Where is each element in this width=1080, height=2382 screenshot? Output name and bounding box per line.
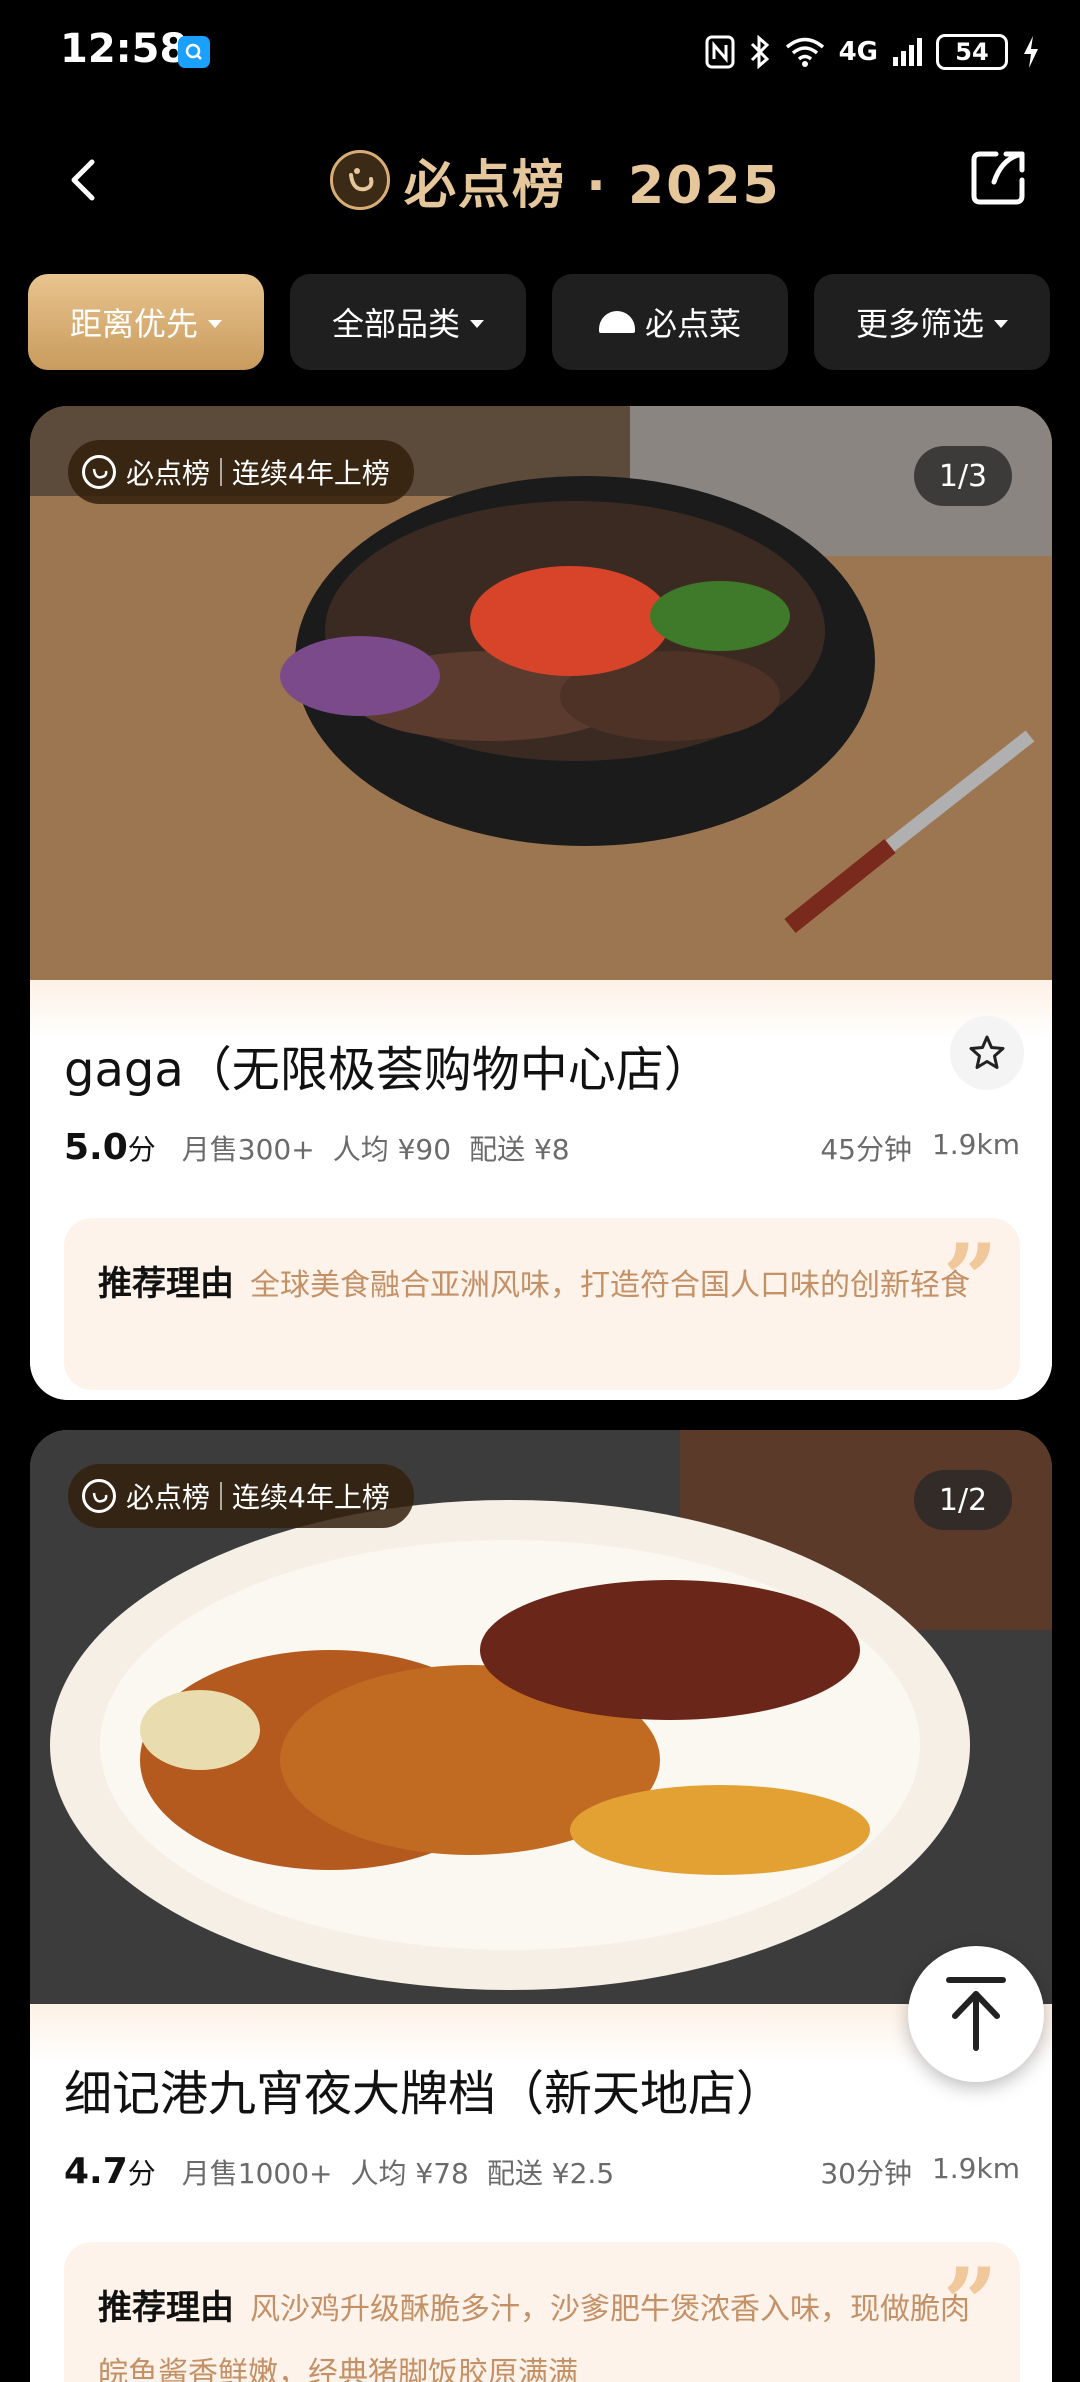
star-outline-icon[interactable]	[950, 1016, 1024, 1090]
filter-bar: 距离优先 全部品类 必点菜 更多筛选	[28, 274, 1058, 370]
rating-unit: 分	[127, 1133, 156, 1166]
rating-score: 4.7	[64, 2151, 128, 2192]
top-header: 必点榜 · 2025	[0, 120, 1080, 240]
quote-mark-icon: ”	[942, 2247, 998, 2360]
arrow-up-to-top-icon[interactable]	[908, 1946, 1044, 2082]
restaurant-card[interactable]: 必点榜 连续4年上榜 1/3 gaga（无限极荟购物中心店） 5.0 分 月售3…	[30, 406, 1052, 1400]
rating-score: 5.0	[64, 1127, 128, 1168]
restaurant-name[interactable]: 细记港九宵夜大牌档（新天地店）	[64, 2054, 784, 2124]
status-icons: 4G 54	[705, 30, 1040, 74]
monthly-sales: 月售300+	[181, 1133, 315, 1166]
caret-down-icon	[994, 320, 1008, 328]
page-title-text: 必点榜 · 2025	[404, 155, 781, 216]
battery-icon: 54	[936, 34, 1008, 70]
badge-brand: 必点榜	[126, 1481, 211, 1514]
recommend-reason-box: 推荐理由 风沙鸡升级酥脆多汁，沙爹肥牛煲浓香入味，现做脆肉皖鱼酱香鲜嫩，经典猪脚饭…	[64, 2242, 1020, 2382]
badge-text: 连续4年上榜	[232, 457, 390, 490]
delivery-fee: 配送 ¥2.5	[486, 2157, 615, 2190]
page-title: 必点榜 · 2025	[330, 142, 781, 218]
distance: 1.9km	[931, 1128, 1020, 1161]
monthly-sales: 月售1000+	[181, 2157, 333, 2190]
restaurant-meta: 5.0 分 月售300+ 人均 ¥90 配送 ¥8 45分钟 1.9km	[64, 1118, 1020, 1168]
bidianbang-logo-icon	[330, 150, 390, 210]
caret-down-icon	[208, 320, 222, 328]
filter-label: 距离优先	[69, 305, 198, 343]
ranking-badge: 必点榜 连续4年上榜	[68, 1464, 414, 1528]
caret-down-icon	[470, 320, 484, 328]
status-bar: 12:58 4G 54	[0, 0, 1080, 110]
filter-must-order[interactable]: 必点菜	[552, 274, 788, 370]
filter-label: 全部品类	[331, 305, 460, 343]
distance: 1.9km	[931, 2152, 1020, 2185]
network-type-label: 4G	[838, 37, 878, 67]
restaurant-meta: 4.7 分 月售1000+ 人均 ¥78 配送 ¥2.5 30分钟 1.9km	[64, 2142, 1020, 2192]
quote-mark-icon: ”	[942, 1223, 998, 1336]
filter-label: 必点菜	[644, 305, 741, 343]
signal-icon	[892, 32, 922, 72]
filter-all-categories[interactable]: 全部品类	[290, 274, 526, 370]
bluetooth-icon	[749, 32, 771, 72]
status-time: 12:58	[60, 26, 188, 72]
reason-label: 推荐理由	[98, 1264, 234, 1304]
rating-unit: 分	[127, 2157, 156, 2190]
average-price: 人均 ¥90	[332, 1133, 452, 1166]
reason-text: 全球美食融合亚洲风味，打造符合国人口味的创新轻食	[250, 1268, 970, 1303]
bidianbang-logo-icon	[82, 455, 116, 489]
battery-level: 54	[955, 38, 989, 66]
restaurant-photo[interactable]: 必点榜 连续4年上榜 1/3	[30, 406, 1052, 980]
wifi-icon	[785, 32, 825, 72]
app-notification-icon	[178, 36, 210, 68]
photo-counter: 1/2	[914, 1470, 1012, 1530]
cloche-icon	[598, 311, 635, 333]
badge-divider	[220, 458, 223, 486]
average-price: 人均 ¥78	[350, 2157, 469, 2190]
chevron-left-icon[interactable]	[56, 150, 116, 210]
restaurant-info: gaga（无限极荟购物中心店） 5.0 分 月售300+ 人均 ¥90 配送 ¥…	[30, 980, 1052, 1400]
recommend-reason-box: 推荐理由 全球美食融合亚洲风味，打造符合国人口味的创新轻食 ”	[64, 1218, 1020, 1390]
badge-brand: 必点榜	[126, 457, 211, 490]
delivery-time: 45分钟	[820, 1133, 912, 1166]
filter-more[interactable]: 更多筛选	[814, 274, 1050, 370]
ranking-badge: 必点榜 连续4年上榜	[68, 440, 414, 504]
recommend-reason: 推荐理由 风沙鸡升级酥脆多汁，沙爹肥牛煲浓香入味，现做脆肉皖鱼酱香鲜嫩，经典猪脚饭…	[98, 2276, 986, 2382]
nfc-icon	[705, 32, 735, 72]
charging-icon	[1022, 32, 1040, 72]
restaurant-photo[interactable]: 必点榜 连续4年上榜 1/2	[30, 1430, 1052, 2004]
badge-divider	[220, 1482, 223, 1510]
restaurant-info: 细记港九宵夜大牌档（新天地店） 4.7 分 月售1000+ 人均 ¥78 配送 …	[30, 2004, 1052, 2382]
restaurant-card[interactable]: 必点榜 连续4年上榜 1/2 细记港九宵夜大牌档（新天地店） 4.7 分 月售1…	[30, 1430, 1052, 2382]
badge-text: 连续4年上榜	[232, 1481, 390, 1514]
bidianbang-logo-icon	[82, 1479, 116, 1513]
recommend-reason: 推荐理由 全球美食融合亚洲风味，打造符合国人口味的创新轻食	[98, 1252, 986, 1318]
photo-counter: 1/3	[914, 446, 1012, 506]
share-icon[interactable]	[966, 146, 1030, 210]
filter-label: 更多筛选	[855, 305, 984, 343]
delivery-fee: 配送 ¥8	[469, 1133, 570, 1166]
filter-distance-first[interactable]: 距离优先	[28, 274, 264, 370]
delivery-time: 30分钟	[820, 2157, 912, 2190]
restaurant-name[interactable]: gaga（无限极荟购物中心店）	[64, 1030, 712, 1100]
reason-label: 推荐理由	[98, 2288, 234, 2328]
